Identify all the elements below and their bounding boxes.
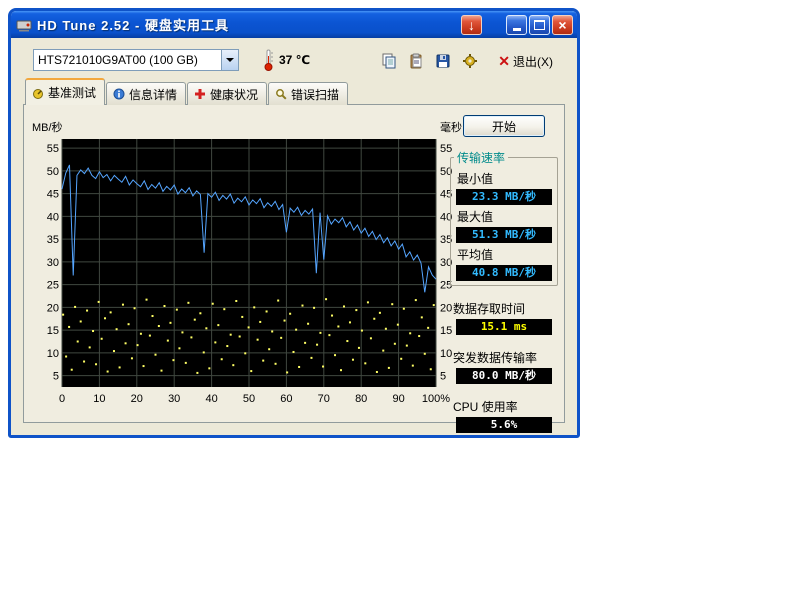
exit-button[interactable]: ✕ 退出(X) [492,50,559,72]
stats-panel: 开始 传输速率 最小值 23.3 MB/秒 最大值 51.3 MB/秒 平均值 … [450,113,558,433]
svg-text:0: 0 [59,393,65,405]
copy-image-icon [381,53,397,69]
app-icon [16,17,32,33]
svg-text:5: 5 [53,371,59,383]
transfer-rate-group: 传输速率 最小值 23.3 MB/秒 最大值 51.3 MB/秒 平均值 40.… [450,149,558,286]
svg-text:35: 35 [47,234,59,246]
access-time-value: 15.1 ms [456,319,552,335]
toolbar: HTS721010G9AT00 (100 GB) 37 ℃ ✕ 退出(X) [11,43,577,79]
tab-health[interactable]: 健康状况 [187,82,267,105]
close-button[interactable]: × [552,15,573,35]
maximize-icon [534,20,545,30]
drive-select-arrow-button[interactable] [221,50,238,70]
toolbar-buttons [378,50,481,72]
svg-text:70: 70 [318,393,330,405]
hdtune-window: HD Tune 2.52 - 硬盘实用工具 ↓ × HTS721010G9AT0… [8,8,580,438]
transfer-rate-title: 传输速率 [454,149,508,166]
svg-text:15: 15 [47,325,59,337]
avg-label: 平均值 [457,246,554,263]
maximize-button[interactable] [529,15,550,35]
max-label: 最大值 [457,208,554,225]
svg-text:40: 40 [47,211,59,223]
burst-rate-label: 突发数据传输率 [453,349,558,366]
drive-select-value: HTS721010G9AT00 (100 GB) [34,53,221,67]
min-label: 最小值 [457,170,554,187]
download-arrow-icon: ↓ [468,18,475,32]
svg-text:100%: 100% [422,393,450,405]
save-icon [435,53,451,69]
desktop: { "window": { "title": "HD Tune 2.52 - 硬… [0,0,800,600]
svg-text:45: 45 [47,189,59,201]
svg-text:5: 5 [440,371,446,383]
update-download-button[interactable]: ↓ [461,15,482,35]
exit-x-icon: ✕ [498,54,510,68]
svg-text:20: 20 [47,302,59,314]
window-title: HD Tune 2.52 - 硬盘实用工具 [37,15,229,34]
avg-value: 40.8 MB/秒 [456,265,552,281]
burst-rate-value: 80.0 MB/秒 [456,368,552,384]
health-cross-icon [194,88,206,100]
svg-text:25: 25 [47,280,59,292]
options-button[interactable] [459,50,481,72]
benchmark-page: 5510101515202025253030353540404545505055… [23,104,565,423]
max-value: 51.3 MB/秒 [456,227,552,243]
drive-select[interactable]: HTS721010G9AT00 (100 GB) [33,49,239,71]
copy-text-icon [408,53,424,69]
svg-text:20: 20 [131,393,143,405]
titlebar-buttons: ↓ × [459,15,573,35]
titlebar[interactable]: HD Tune 2.52 - 硬盘实用工具 ↓ × [11,11,577,38]
info-icon [113,88,125,100]
tab-health-label: 健康状况 [210,86,258,103]
tab-strip: 基准测试 信息详情 健康状况 错误扫描 [25,82,349,105]
error-scan-magnifier-icon [275,88,287,100]
svg-text:55: 55 [47,143,59,155]
close-icon: × [558,18,566,32]
options-gear-icon [462,53,478,69]
tab-info-label: 信息详情 [129,86,177,103]
copy-text-button[interactable] [405,50,427,72]
svg-text:90: 90 [392,393,404,405]
tab-benchmark[interactable]: 基准测试 [25,78,105,105]
min-value: 23.3 MB/秒 [456,189,552,205]
svg-text:30: 30 [168,393,180,405]
tab-info[interactable]: 信息详情 [106,82,186,105]
minimize-icon [513,28,521,31]
tab-benchmark-label: 基准测试 [48,84,96,101]
svg-text:MB/秒: MB/秒 [32,120,63,134]
svg-text:10: 10 [93,393,105,405]
tab-error-scan[interactable]: 错误扫描 [268,82,348,105]
access-time-label: 数据存取时间 [453,300,558,317]
svg-text:30: 30 [47,257,59,269]
cpu-usage-value: 5.6% [456,417,552,433]
chevron-down-icon [226,58,234,62]
start-button[interactable]: 开始 [463,115,545,137]
svg-text:50: 50 [243,393,255,405]
thermometer-icon [263,48,275,77]
tab-error-scan-label: 错误扫描 [291,86,339,103]
copy-image-button[interactable] [378,50,400,72]
svg-text:40: 40 [205,393,217,405]
save-button[interactable] [432,50,454,72]
svg-text:10: 10 [47,348,59,360]
temperature-value: 37 ℃ [279,53,310,67]
benchmark-icon [32,87,44,99]
exit-button-label: 退出(X) [513,53,553,70]
svg-text:50: 50 [47,166,59,178]
benchmark-chart: 5510101515202025253030353540404545505055… [26,107,472,409]
minimize-button[interactable] [506,15,527,35]
cpu-usage-label: CPU 使用率 [453,398,558,415]
svg-text:80: 80 [355,393,367,405]
svg-text:60: 60 [280,393,292,405]
